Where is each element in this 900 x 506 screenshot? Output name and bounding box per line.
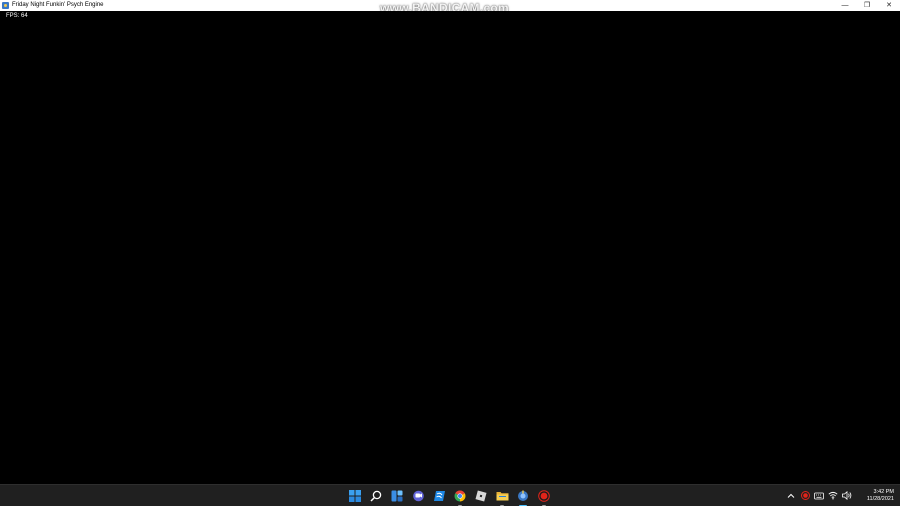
volume-button[interactable] <box>841 490 853 502</box>
search-icon <box>370 490 382 502</box>
bandicam-button[interactable] <box>536 488 552 506</box>
taskbar: 3:42 PM 11/28/2021 <box>0 484 900 506</box>
volume-icon <box>842 491 852 500</box>
widgets-button[interactable] <box>389 488 405 504</box>
microsoft-store-icon <box>433 490 445 501</box>
windows-start-icon <box>349 489 361 502</box>
show-hidden-icons-button[interactable] <box>785 490 797 502</box>
window-title: Friday Night Funkin' Psych Engine <box>12 2 104 8</box>
wifi-icon <box>828 491 838 500</box>
teams-chat-icon <box>412 490 424 501</box>
start-button[interactable] <box>347 488 363 504</box>
system-tray: 3:42 PM 11/28/2021 <box>784 485 900 506</box>
fnf-psych-engine-icon <box>518 490 528 501</box>
store-button[interactable] <box>431 488 447 504</box>
clock[interactable]: 3:42 PM 11/28/2021 <box>858 489 894 503</box>
fnf-psych-engine-button[interactable] <box>515 488 531 506</box>
network-button[interactable] <box>827 490 839 502</box>
file-explorer-button[interactable] <box>494 488 510 506</box>
widgets-icon <box>391 490 403 501</box>
input-indicator-button[interactable] <box>813 490 825 502</box>
close-button[interactable]: ✕ <box>878 0 900 11</box>
roblox-button[interactable] <box>473 488 489 504</box>
window-controls: — ❐ ✕ <box>834 0 900 11</box>
roblox-icon <box>475 489 487 502</box>
fps-counter: FPS: 64 <box>6 13 28 19</box>
app-icon <box>2 2 9 9</box>
clock-time: 3:42 PM <box>873 488 894 495</box>
search-button[interactable] <box>368 488 384 504</box>
bandicam-tray-icon <box>800 491 810 500</box>
chevron-up-icon <box>787 493 795 498</box>
clock-date: 11/28/2021 <box>866 495 894 502</box>
file-explorer-icon <box>496 491 508 500</box>
taskbar-apps <box>347 485 552 506</box>
bandicam-tray-button[interactable] <box>799 490 811 502</box>
screen: Friday Night Funkin' Psych Engine — ❐ ✕ … <box>0 0 900 506</box>
game-viewport[interactable]: FPS: 64 <box>0 11 900 484</box>
chat-button[interactable] <box>410 488 426 504</box>
maximize-button[interactable]: ❐ <box>856 0 878 11</box>
chrome-icon <box>454 490 466 501</box>
minimize-button[interactable]: — <box>834 0 856 11</box>
keyboard-icon <box>814 492 824 499</box>
bandicam-record-icon <box>538 489 550 502</box>
chrome-button[interactable] <box>452 488 468 506</box>
